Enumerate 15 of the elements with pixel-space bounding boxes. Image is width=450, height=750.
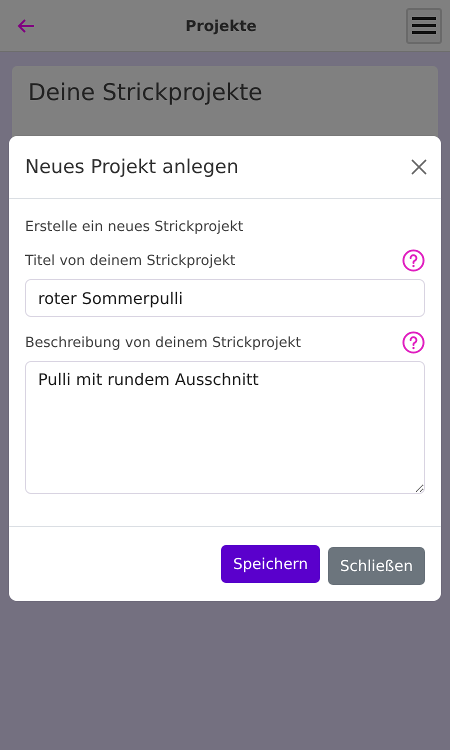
close-button[interactable] <box>411 159 427 175</box>
dialog-intro: Erstelle ein neues Strickprojekt <box>25 219 244 235</box>
help-icon[interactable] <box>402 249 425 272</box>
menu-button[interactable] <box>406 8 442 44</box>
field-label: Beschreibung von deinem Strickprojekt <box>25 334 301 350</box>
help-icon[interactable] <box>402 331 425 354</box>
description-field[interactable]: Pulli mit rundem Ausschnitt <box>25 361 425 494</box>
field-label: Titel von deinem Strickprojekt <box>25 252 236 268</box>
dialog-title: Neues Projekt anlegen <box>25 156 239 178</box>
back-button[interactable] <box>16 18 36 34</box>
save-button[interactable]: Speichern <box>221 545 320 583</box>
close-dialog-button[interactable]: Schließen <box>328 547 425 585</box>
section-heading: Deine Strickprojekte <box>28 80 262 106</box>
title-field[interactable]: roter Sommerpulli <box>25 279 425 317</box>
page-title: Projekte <box>185 16 257 34</box>
